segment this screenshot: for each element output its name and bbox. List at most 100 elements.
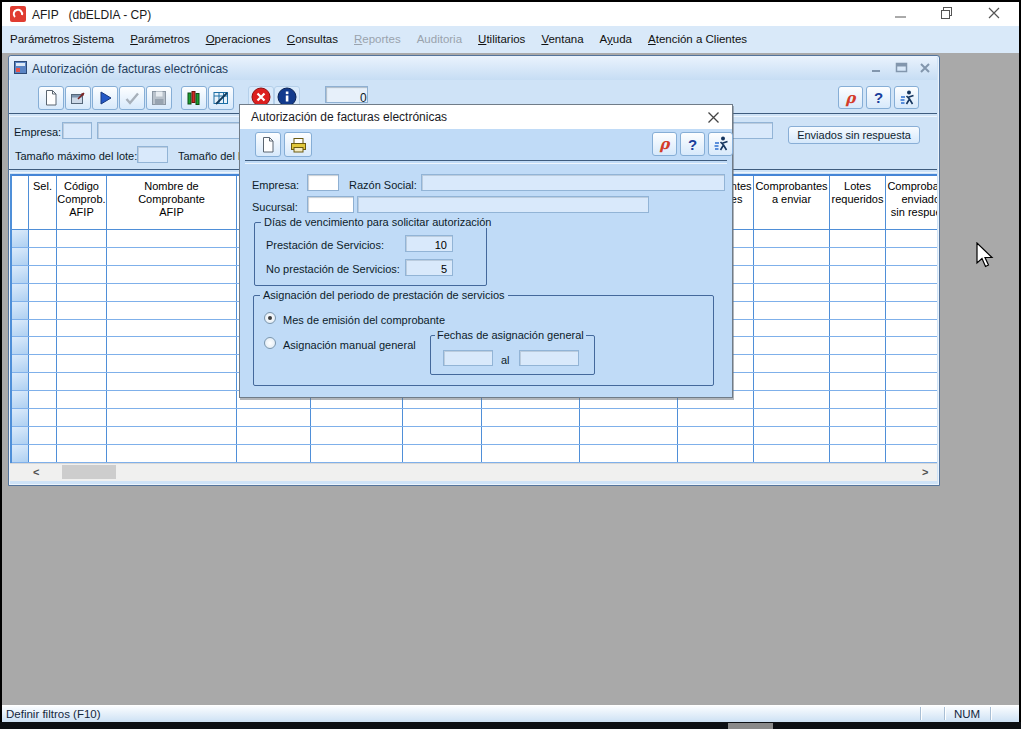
columns-icon (185, 89, 203, 107)
table-row[interactable] (12, 427, 937, 445)
table-edit-button[interactable] (208, 86, 234, 110)
status-bar (2, 705, 1019, 722)
scrollbar-thumb[interactable] (62, 465, 116, 479)
scroll-left-arrow[interactable]: < (33, 466, 39, 478)
table-row[interactable] (12, 409, 937, 427)
dialog-print-button[interactable] (284, 132, 312, 157)
enviados-sin-respuesta-button[interactable]: Enviados sin respuesta (788, 126, 920, 144)
question-icon: ? (688, 136, 697, 153)
help-button[interactable]: ? (866, 86, 891, 109)
menu-item-parametros-sistema[interactable]: Parámetros Sistema (2, 26, 122, 53)
sheet-title: Autorización de facturas electrónicas (32, 62, 228, 76)
prestacion-field[interactable]: 10 (405, 235, 453, 252)
accept-button[interactable] (119, 86, 145, 110)
num-indicator: NUM (954, 708, 980, 720)
check-icon (123, 89, 141, 107)
menu-item-auditoria[interactable]: Auditoria (409, 26, 470, 53)
menu-item-consultas[interactable]: Consultas (279, 26, 346, 53)
fecha-hasta-field[interactable] (519, 350, 579, 366)
bottom-strip-segment (728, 723, 773, 729)
dialog-toolbar-separator (245, 160, 727, 164)
menu-item-operaciones[interactable]: Operaciones (198, 26, 279, 53)
dialog-title: Autorización de facturas electrónicas (251, 110, 447, 124)
horizontal-scrollbar[interactable] (10, 463, 937, 481)
new-document-icon (259, 136, 277, 154)
dialog-razon-label: Razón Social: (349, 179, 417, 191)
column-header[interactable]: Comprobantesa enviar (754, 176, 830, 229)
dialog-filter-button[interactable]: ρ (652, 132, 677, 156)
running-man-icon (712, 135, 730, 153)
exit-button[interactable] (894, 86, 919, 109)
rho-icon: ρ (660, 135, 670, 153)
sheet-minimize-button[interactable] (871, 62, 883, 74)
column-header[interactable]: Sel. (29, 176, 57, 229)
minimize-button[interactable] (895, 11, 907, 19)
asignacion-periodo-group: Asignación del periodo de prestación de … (253, 295, 714, 386)
rho-icon: ρ (846, 89, 856, 107)
window-title: AFIP (dbELDIA - CP) (32, 8, 151, 22)
menu-item-atencion-clientes[interactable]: Atención a Clientes (640, 26, 755, 53)
bottom-strip (0, 722, 1021, 729)
run-button[interactable] (92, 86, 118, 110)
dialog-sucursal-field[interactable] (307, 196, 354, 213)
dialog-new-button[interactable] (255, 132, 281, 157)
scroll-right-arrow[interactable]: > (922, 466, 928, 478)
empresa-label: Empresa: (14, 126, 61, 138)
status-separator (920, 707, 921, 720)
dialog-help-button[interactable]: ? (680, 132, 705, 156)
menu-item-ayuda[interactable]: Ayuda (592, 26, 640, 53)
counter-value: 0 (360, 91, 367, 105)
filter-button[interactable]: ρ (838, 86, 863, 109)
tamano-lote-field[interactable] (137, 146, 168, 163)
dialog-empresa-field[interactable] (307, 174, 339, 191)
save-icon (150, 89, 168, 107)
properties-icon (69, 89, 87, 107)
menu-item-utilitarios[interactable]: Utilitarios (470, 26, 533, 53)
dialog-sucursal-label: Sucursal: (252, 201, 298, 213)
sheet-close-button[interactable] (919, 62, 931, 74)
menu-item-parametros[interactable]: Parámetros (122, 26, 197, 53)
app-icon (10, 6, 26, 22)
dialog-exit-button[interactable] (708, 132, 733, 156)
application-window: AFIP (dbELDIA - CP) Parámetros Sistema P… (0, 0, 1021, 729)
no-prestacion-label: No prestación de Servicios: (266, 263, 400, 275)
radio-asignacion-manual-label: Asignación manual general (283, 339, 416, 351)
dialog-empresa-label: Empresa: (252, 179, 299, 191)
menu-item-reportes[interactable]: Reportes (346, 26, 409, 53)
properties-button[interactable] (65, 86, 91, 110)
tamano-del-label: Tamaño del lote: (178, 150, 240, 162)
sheet-maximize-button[interactable] (895, 62, 909, 74)
fecha-desde-field[interactable] (443, 350, 493, 366)
table-edit-icon (212, 89, 230, 107)
sheet-icon (14, 61, 27, 74)
play-icon (96, 89, 114, 107)
column-header[interactable]: Lotesrequeridos (830, 176, 886, 229)
table-row[interactable] (12, 445, 937, 463)
radio-mes-emision[interactable] (264, 312, 276, 324)
column-header[interactable]: CódigoComprob.AFIP (57, 176, 107, 229)
dialog-close-icon[interactable] (707, 111, 720, 124)
no-prestacion-field[interactable]: 5 (405, 259, 453, 276)
restore-button[interactable] (941, 7, 953, 19)
dialog-sucursal-name-field (357, 196, 649, 213)
column-header[interactable] (12, 176, 29, 229)
menu-item-ventana[interactable]: Ventana (533, 26, 591, 53)
column-header[interactable]: Nombre deComprobanteAFIP (107, 176, 237, 229)
new-document-icon (42, 89, 60, 107)
radio-asignacion-manual[interactable] (264, 337, 276, 349)
empresa-code-field[interactable] (62, 122, 92, 139)
columns-button[interactable] (181, 86, 207, 110)
window-titlebar: AFIP (dbELDIA - CP) (2, 2, 1019, 26)
menu-bar: Parámetros Sistema Parámetros Operacione… (2, 26, 1019, 53)
dias-vencimiento-group: Días de vencimiento para solicitar autor… (254, 222, 487, 286)
column-header[interactable]: Comprobantesenviadossin respuesta (886, 176, 937, 229)
close-button[interactable] (988, 7, 1000, 19)
dias-vencimiento-title: Días de vencimiento para solicitar autor… (261, 216, 494, 228)
status-separator (990, 707, 991, 720)
al-label: al (501, 354, 510, 366)
new-button[interactable] (38, 86, 64, 110)
status-separator (944, 707, 945, 720)
fechas-asignacion-group: Fechas de asignación general al (430, 335, 595, 375)
save-button[interactable] (146, 86, 172, 110)
tamano-lote-label: Tamaño máximo del lote: (15, 150, 137, 162)
